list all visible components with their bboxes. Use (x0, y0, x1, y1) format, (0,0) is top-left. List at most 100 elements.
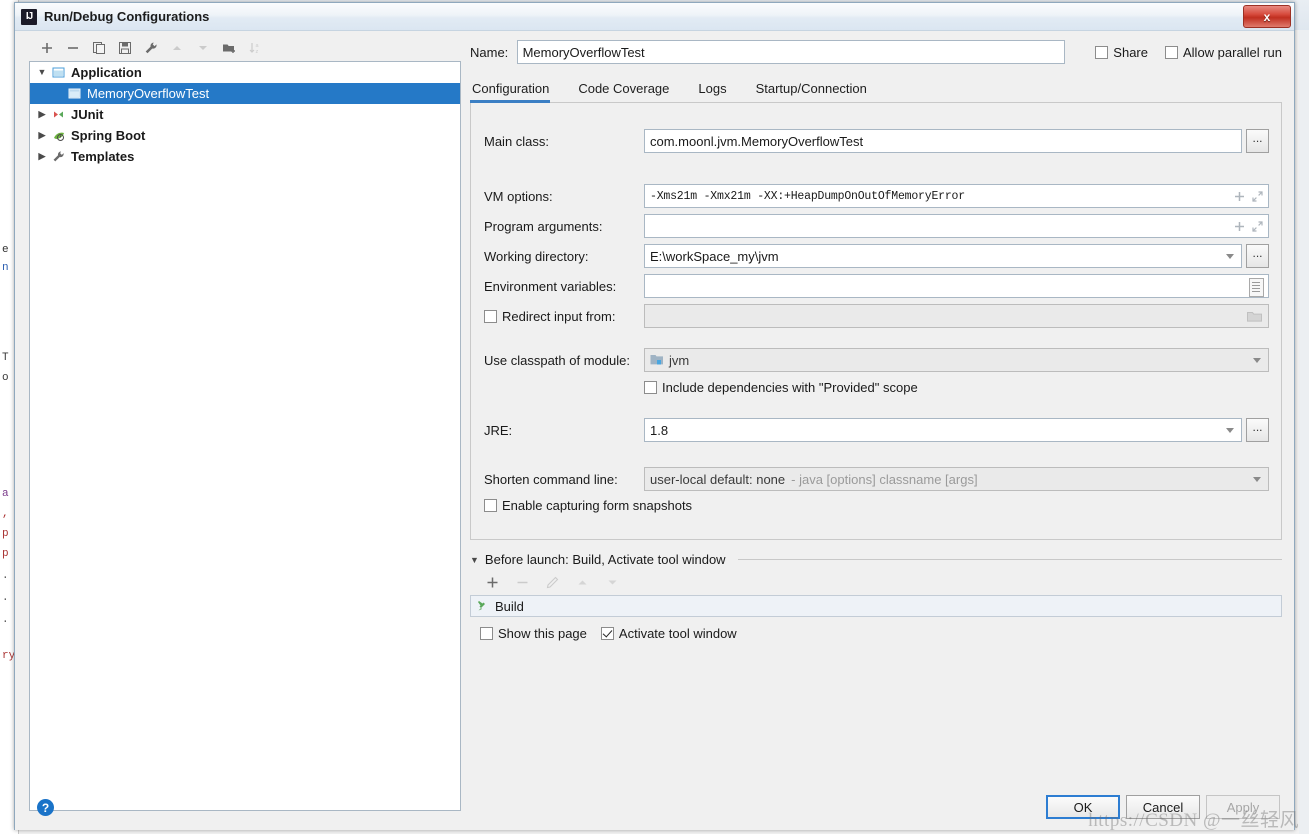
checkbox-box (1165, 45, 1178, 59)
chevron-right-icon[interactable]: ▶ (34, 131, 50, 140)
include-provided-checkbox[interactable]: Include dependencies with "Provided" sco… (644, 380, 918, 395)
shorten-command-line-dropdown[interactable]: user-local default: none - java [options… (644, 467, 1269, 491)
jre-browse-button[interactable]: ... (1246, 418, 1269, 442)
tree-item-spring-boot[interactable]: ▶ Spring Boot (30, 125, 460, 146)
vm-options-label: VM options: (484, 188, 553, 204)
apply-button[interactable]: Apply (1206, 795, 1280, 819)
environment-variables-input[interactable] (644, 274, 1269, 298)
use-classpath-dropdown[interactable]: jvm (644, 348, 1269, 372)
environment-variables-editor-icon[interactable] (1249, 278, 1264, 297)
before-launch-remove-button[interactable] (510, 571, 534, 593)
shorten-command-line-label: Shorten command line: (484, 471, 618, 487)
chevron-down-icon[interactable]: ▼ (34, 68, 50, 77)
configuration-tab-panel: Main class: com.moonl.jvm.MemoryOverflow… (470, 103, 1282, 540)
tree-item-application[interactable]: ▼ Application (30, 62, 460, 83)
run-debug-configurations-dialog: IJ Run/Debug Configurations x a z ▼ Appl… (14, 2, 1295, 830)
configuration-editor-panel: Name: Share Allow parallel run Configura… (470, 35, 1282, 811)
ide-code-fragment: a (2, 488, 9, 500)
main-class-browse-button[interactable]: ... (1246, 129, 1269, 153)
before-launch-move-up-button[interactable] (570, 571, 594, 593)
allow-parallel-run-label: Allow parallel run (1183, 44, 1282, 60)
svg-text:z: z (256, 49, 259, 55)
arrow-down-icon[interactable] (191, 37, 215, 59)
jre-label: JRE: (484, 422, 513, 438)
spring-boot-icon (50, 129, 67, 142)
ide-code-fragment: e (2, 244, 9, 256)
save-icon[interactable] (113, 37, 137, 59)
chevron-down-icon[interactable]: ▼ (470, 555, 479, 565)
remove-configuration-button[interactable] (61, 37, 85, 59)
chevron-down-icon[interactable] (1253, 477, 1261, 482)
add-configuration-button[interactable] (35, 37, 59, 59)
intellij-logo-icon: IJ (21, 8, 37, 25)
folder-add-icon[interactable] (217, 37, 241, 59)
insert-macro-icon[interactable] (1234, 221, 1245, 232)
chevron-down-icon[interactable] (1253, 358, 1261, 363)
help-icon[interactable]: ? (37, 799, 54, 816)
shorten-command-line-row: Shorten command line: user-local default… (484, 467, 1269, 491)
ok-button[interactable]: OK (1046, 795, 1120, 819)
insert-macro-icon[interactable] (1234, 191, 1245, 202)
before-launch-toolbar (470, 569, 1282, 595)
expand-editor-icon[interactable] (1252, 220, 1263, 232)
name-input[interactable] (516, 40, 1066, 64)
working-directory-row: Working directory: E:\workSpace_my\jvm .… (484, 244, 1269, 268)
close-icon[interactable]: x (1243, 5, 1291, 28)
before-launch-task-row[interactable]: Build (470, 595, 1282, 617)
tree-item-templates[interactable]: ▶ Templates (30, 146, 460, 167)
tab-logs[interactable]: Logs (696, 81, 740, 102)
before-launch-options: Show this page Activate tool window (470, 626, 1282, 641)
tab-code-coverage[interactable]: Code Coverage (576, 81, 683, 102)
allow-parallel-run-checkbox[interactable]: Allow parallel run (1165, 45, 1282, 60)
copy-icon[interactable] (87, 37, 111, 59)
before-launch-section: ▼ Before launch: Build, Activate tool wi… (470, 552, 1282, 641)
main-class-label: Main class: (484, 133, 550, 149)
junit-icon (50, 108, 67, 121)
chevron-down-icon[interactable] (1226, 428, 1234, 433)
share-checkbox[interactable]: Share (1095, 45, 1148, 60)
activate-tool-window-checkbox[interactable]: Activate tool window (600, 626, 737, 641)
dialog-title: Run/Debug Configurations (44, 9, 210, 24)
environment-variables-row: Environment variables: (484, 274, 1269, 298)
use-classpath-label: Use classpath of module: (484, 352, 630, 368)
chevron-down-icon[interactable] (1226, 254, 1234, 259)
tree-item-memoryoverflowtest[interactable]: MemoryOverflowTest (30, 83, 460, 104)
tree-item-label: Spring Boot (71, 128, 146, 143)
working-directory-input[interactable]: E:\workSpace_my\jvm (644, 244, 1242, 268)
application-icon (50, 66, 67, 79)
wrench-icon[interactable] (139, 37, 163, 59)
activate-tool-window-label: Activate tool window (618, 626, 737, 641)
working-directory-label: Working directory: (484, 248, 589, 264)
program-arguments-row: Program arguments: (484, 214, 1269, 238)
expand-editor-icon[interactable] (1252, 190, 1263, 202)
before-launch-add-button[interactable] (480, 571, 504, 593)
program-arguments-input[interactable] (644, 214, 1269, 238)
tree-item-label: MemoryOverflowTest (87, 86, 210, 101)
jre-dropdown[interactable]: 1.8 (644, 418, 1242, 442)
configurations-tree[interactable]: ▼ Application MemoryOverflowTest ▶ JUnit… (29, 61, 461, 811)
ide-code-fragment: , (2, 508, 9, 520)
tab-configuration[interactable]: Configuration (470, 81, 563, 103)
dialog-footer: ? OK Cancel Apply (15, 784, 1294, 830)
show-this-page-checkbox[interactable]: Show this page (480, 626, 587, 641)
before-launch-move-down-button[interactable] (600, 571, 624, 593)
tab-startup-connection[interactable]: Startup/Connection (754, 81, 881, 102)
name-label: Name: (470, 44, 509, 60)
enable-form-snapshots-row: Enable capturing form snapshots (484, 498, 1269, 513)
tree-item-junit[interactable]: ▶ JUnit (30, 104, 460, 125)
arrow-up-icon[interactable] (165, 37, 189, 59)
before-launch-header[interactable]: ▼ Before launch: Build, Activate tool wi… (470, 552, 1282, 567)
before-launch-task-label: Build (495, 598, 524, 614)
sort-az-icon[interactable]: az (243, 37, 267, 59)
enable-form-snapshots-checkbox[interactable]: Enable capturing form snapshots (484, 498, 692, 513)
redirect-input-checkbox[interactable]: Redirect input from: (484, 309, 644, 324)
main-class-input[interactable]: com.moonl.jvm.MemoryOverflowTest (644, 129, 1242, 153)
pencil-icon[interactable] (540, 571, 564, 593)
chevron-right-icon[interactable]: ▶ (34, 110, 50, 119)
vm-options-input[interactable]: -Xms21m -Xmx21m -XX:+HeapDumpOnOutOfMemo… (644, 184, 1269, 208)
ide-code-fragment: p (2, 528, 9, 540)
working-directory-browse-button[interactable]: ... (1246, 244, 1269, 268)
name-checkboxes: Share Allow parallel run (1095, 45, 1282, 60)
cancel-button[interactable]: Cancel (1126, 795, 1200, 819)
chevron-right-icon[interactable]: ▶ (34, 152, 50, 161)
